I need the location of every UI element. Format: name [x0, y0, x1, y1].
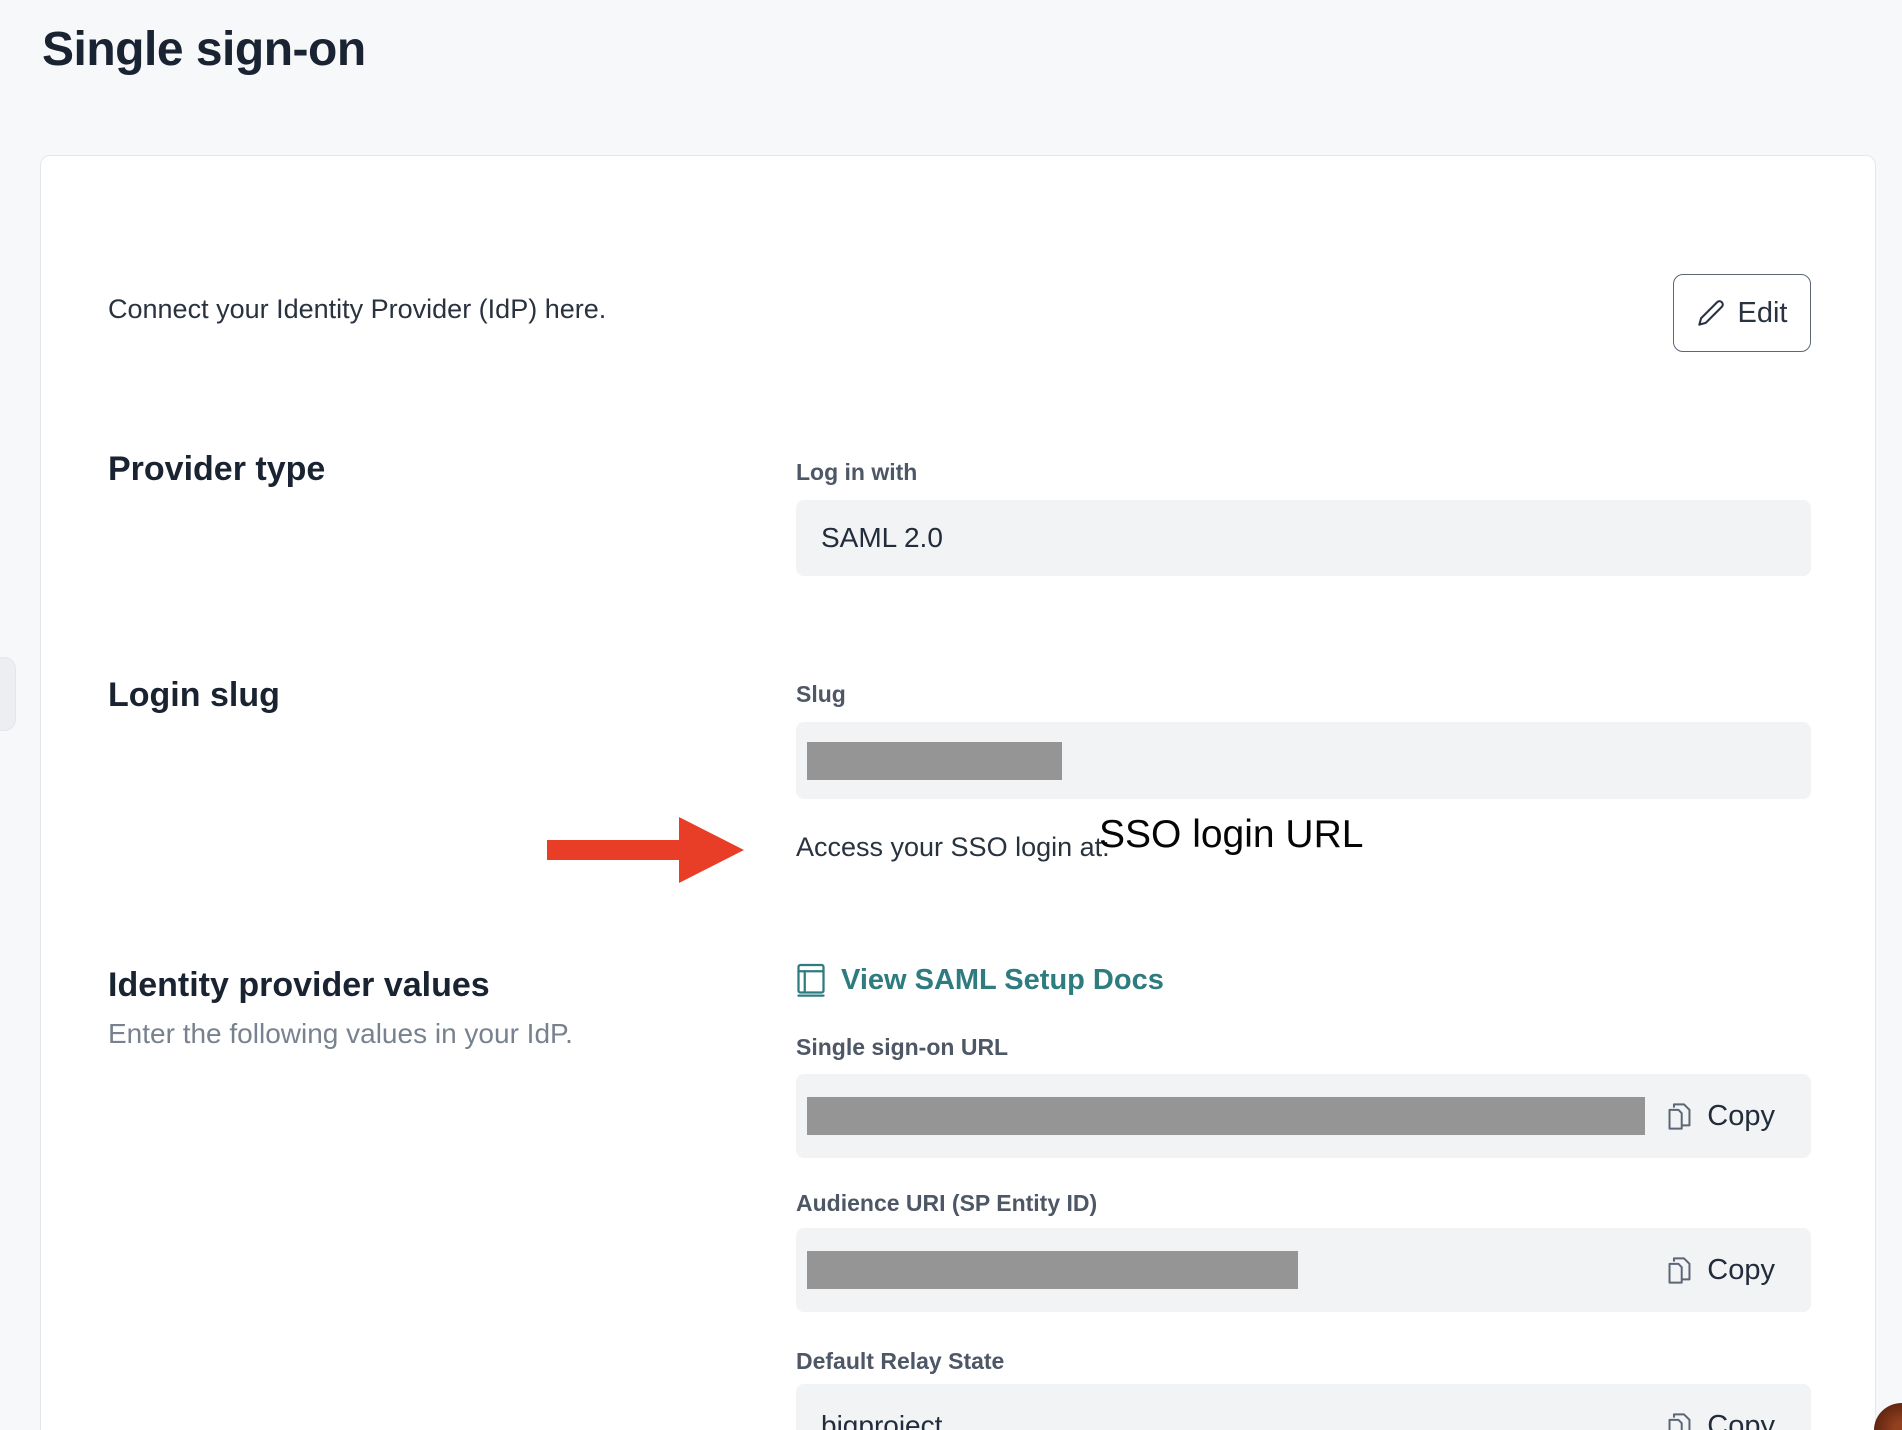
copy-button-label: Copy [1707, 1100, 1775, 1133]
idp-values-heading: Identity provider values [108, 966, 490, 1005]
page-title: Single sign-on [42, 22, 366, 77]
audience-uri-field: Copy [796, 1228, 1811, 1312]
sso-url-label: Single sign-on URL [796, 1034, 1008, 1061]
saml-setup-docs-link-label: View SAML Setup Docs [841, 964, 1164, 997]
sso-settings-card: Connect your Identity Provider (IdP) her… [40, 155, 1876, 1430]
redacted-slug-bar [807, 742, 1062, 780]
copy-icon [1666, 1101, 1693, 1132]
red-arrow-annotation-icon [547, 816, 745, 884]
audience-uri-label: Audience URI (SP Entity ID) [796, 1190, 1097, 1217]
login-slug-heading: Login slug [108, 676, 280, 715]
redacted-audience-uri-bar [807, 1251, 1298, 1289]
login-with-label: Log in with [796, 459, 917, 486]
sso-login-url-annotation: SSO login URL [1099, 813, 1363, 857]
left-edge-drawer-handle [0, 657, 16, 731]
pencil-icon [1697, 299, 1725, 327]
access-login-text: Access your SSO login at: [796, 832, 1110, 863]
provider-type-value: SAML 2.0 [821, 522, 943, 554]
copy-button-label: Copy [1707, 1254, 1775, 1287]
copy-icon [1666, 1255, 1693, 1286]
relay-state-field: bigproject Copy [796, 1384, 1811, 1430]
slug-label: Slug [796, 681, 846, 708]
saml-setup-docs-link[interactable]: View SAML Setup Docs [796, 962, 1164, 998]
relay-state-value: bigproject [821, 1410, 942, 1430]
sso-url-field: Copy [796, 1074, 1811, 1158]
copy-audience-uri-button[interactable]: Copy [1666, 1254, 1775, 1287]
edit-button-label: Edit [1738, 297, 1788, 330]
relay-state-label: Default Relay State [796, 1348, 1004, 1375]
slug-field [796, 722, 1811, 799]
idp-values-subheading: Enter the following values in your IdP. [108, 1018, 573, 1050]
edit-button[interactable]: Edit [1673, 274, 1811, 352]
redacted-sso-url-bar [807, 1097, 1645, 1135]
corner-red-artifact [1874, 1403, 1902, 1430]
provider-type-field: SAML 2.0 [796, 500, 1811, 576]
copy-button-label: Copy [1707, 1410, 1775, 1430]
provider-type-heading: Provider type [108, 450, 325, 489]
copy-sso-url-button[interactable]: Copy [1666, 1100, 1775, 1133]
sso-settings-screen: Single sign-on Connect your Identity Pro… [0, 0, 1902, 1430]
intro-text: Connect your Identity Provider (IdP) her… [108, 294, 606, 325]
book-icon [796, 962, 826, 998]
copy-relay-state-button[interactable]: Copy [1666, 1410, 1775, 1430]
copy-icon [1666, 1411, 1693, 1430]
